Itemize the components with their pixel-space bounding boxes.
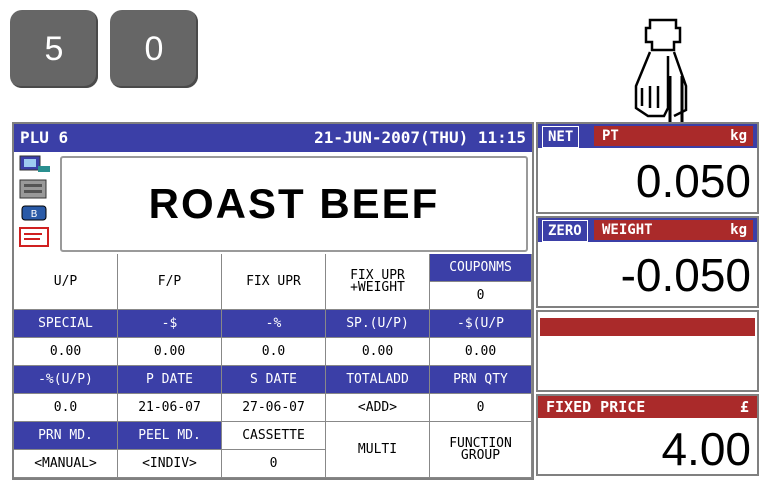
function-group-key[interactable]: FUNCTION GROUP xyxy=(430,422,532,478)
net-badge: NET xyxy=(542,126,580,148)
unit-price-key[interactable]: U/P xyxy=(14,254,118,310)
fixed-price-label: FIXED PRICE xyxy=(546,398,646,416)
special-value[interactable]: 0.00 xyxy=(14,338,118,366)
item-name[interactable]: ROAST BEEF xyxy=(60,156,528,252)
weight-label-box: WEIGHT kg xyxy=(594,220,753,240)
fixed-price-pane: FIXED PRICE £ 4.00 xyxy=(536,394,759,476)
fixed-price-value: 4.00 xyxy=(661,423,751,475)
pt-value: 0.050 xyxy=(635,155,751,207)
status-icons: B xyxy=(16,154,54,250)
plu-number: PLU 6 xyxy=(20,128,69,147)
weight-panel: NET PT kg 0.050 ZERO WEIGHT kg -0.050 FI… xyxy=(536,122,759,476)
totaladd-label[interactable]: TOTALADD xyxy=(326,366,430,394)
totaladd-value[interactable]: <ADD> xyxy=(326,394,430,422)
plu-panel: PLU 6 21-JUN-2007(THU) 11:15 B ROAST BEE… xyxy=(12,122,534,480)
weight-pane: ZERO WEIGHT kg -0.050 xyxy=(536,216,759,308)
svg-text:B: B xyxy=(31,209,38,220)
pt-pane[interactable]: NET PT kg 0.050 xyxy=(536,122,759,214)
cassette-label[interactable]: CASSETTE xyxy=(222,422,326,450)
minus-dollar-value[interactable]: 0.00 xyxy=(118,338,222,366)
prn-md-label[interactable]: PRN MD. xyxy=(14,422,118,450)
p-date-label[interactable]: P DATE xyxy=(118,366,222,394)
computer-icon xyxy=(19,155,50,172)
cassette-value[interactable]: 0 xyxy=(222,450,326,478)
pt-bar: NET PT kg xyxy=(538,124,757,148)
currency-symbol: £ xyxy=(739,398,749,416)
s-date-label[interactable]: S DATE xyxy=(222,366,326,394)
battery-icon: B xyxy=(21,205,47,221)
minus-percent-up-value[interactable]: 0.0 xyxy=(14,394,118,422)
function-group-line2: GROUP xyxy=(460,447,501,463)
function-grid: U/P F/P FIX UPR FIX UPR +WEIGHT COUPONMS… xyxy=(14,254,532,478)
plu-header: PLU 6 21-JUN-2007(THU) 11:15 xyxy=(14,124,532,152)
fix-upr-weight-key[interactable]: FIX UPR +WEIGHT xyxy=(326,254,430,310)
special-label[interactable]: SPECIAL xyxy=(14,310,118,338)
weight-bar: ZERO WEIGHT kg xyxy=(538,218,757,242)
minus-dollar-label[interactable]: -$ xyxy=(118,310,222,338)
minus-dollar-up-label[interactable]: -$(U/P xyxy=(430,310,532,338)
key-0[interactable]: 0 xyxy=(110,10,198,88)
minus-percent-value[interactable]: 0.0 xyxy=(222,338,326,366)
item-name-area: B ROAST BEEF xyxy=(14,152,532,255)
pt-unit: kg xyxy=(730,128,747,144)
hand-icon xyxy=(19,227,49,247)
couponms-label[interactable]: COUPONMS xyxy=(430,254,532,282)
printer-icon xyxy=(19,179,47,199)
minus-dollar-up-value[interactable]: 0.00 xyxy=(430,338,532,366)
zero-badge: ZERO xyxy=(542,220,588,242)
s-date-value[interactable]: 27-06-07 xyxy=(222,394,326,422)
fixed-price-key[interactable]: F/P xyxy=(118,254,222,310)
multi-key[interactable]: MULTI xyxy=(326,422,430,478)
blank-pane xyxy=(536,310,759,392)
fix-upr-weight-line2: +WEIGHT xyxy=(350,279,405,295)
prn-qty-value[interactable]: 0 xyxy=(430,394,532,422)
key-5[interactable]: 5 xyxy=(10,10,98,88)
weight-unit: kg xyxy=(730,222,747,238)
sp-up-value[interactable]: 0.00 xyxy=(326,338,430,366)
fixed-price-bar: FIXED PRICE £ xyxy=(538,396,757,418)
date-time: 21-JUN-2007(THU) 11:15 xyxy=(314,128,526,147)
minus-percent-up-label[interactable]: -%(U/P) xyxy=(14,366,118,394)
sp-up-label[interactable]: SP.(U/P) xyxy=(326,310,430,338)
peel-md-value[interactable]: <INDIV> xyxy=(118,450,222,478)
minus-percent-label[interactable]: -% xyxy=(222,310,326,338)
blank-red-bar xyxy=(540,318,755,336)
prn-qty-label[interactable]: PRN QTY xyxy=(430,366,532,394)
couponms-value[interactable]: 0 xyxy=(430,282,532,310)
peel-md-label[interactable]: PEEL MD. xyxy=(118,422,222,450)
weight-value: -0.050 xyxy=(620,249,751,301)
prn-md-value[interactable]: <MANUAL> xyxy=(14,450,118,478)
weight-label: WEIGHT xyxy=(602,222,653,238)
pt-label-box: PT kg xyxy=(594,126,753,146)
p-date-value[interactable]: 21-06-07 xyxy=(118,394,222,422)
pt-label: PT xyxy=(602,128,619,144)
fix-upr-key[interactable]: FIX UPR xyxy=(222,254,326,310)
